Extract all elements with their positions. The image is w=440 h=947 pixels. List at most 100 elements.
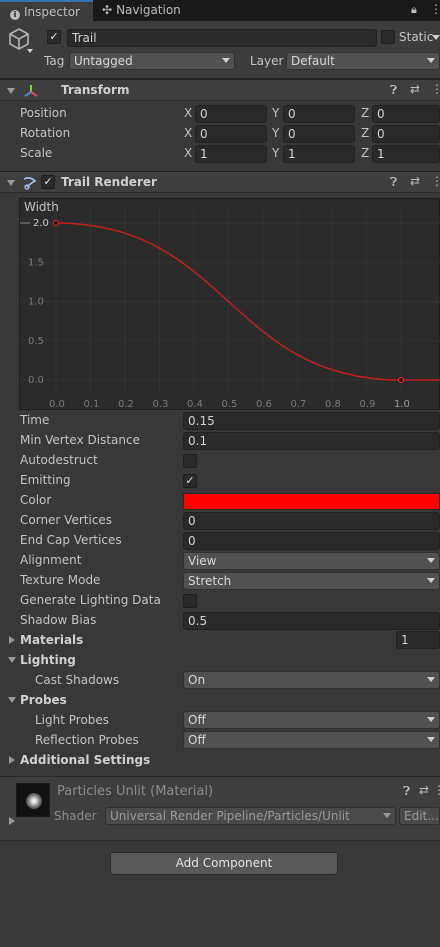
probes-label[interactable]: Probes (20, 693, 67, 707)
additional-settings-foldout-icon[interactable] (9, 756, 15, 764)
tab-navigation-label: Navigation (116, 3, 181, 17)
tab-inspector[interactable]: i Inspector (0, 0, 93, 21)
position-y-field[interactable]: 0 (283, 105, 355, 123)
shader-dropdown[interactable]: Universal Render Pipeline/Particles/Unli… (105, 807, 396, 825)
component-menu-icon[interactable]: ⋮ (433, 783, 440, 797)
component-menu-icon[interactable]: ⋮ (431, 82, 440, 96)
trail-prop-label: Shadow Bias (20, 613, 97, 627)
materials-count-field[interactable]: 1 (396, 631, 440, 649)
gameobject-header: ✓ Trail Static Tag Untagged Layer Defaul… (0, 21, 440, 79)
trail-prop-label: Corner Vertices (20, 513, 113, 527)
width-curve-editor[interactable]: Width 0.0 0.1 0.2 0.3 0.4 0.5 0.6 0.7 0.8 0.9 1.0 1… (19, 198, 440, 410)
lighting-label[interactable]: Lighting (20, 653, 76, 667)
rotation-x-label[interactable]: X (184, 126, 192, 140)
trail-prop-label: Time (20, 413, 50, 427)
probes-foldout-icon[interactable] (8, 697, 16, 703)
curve-y-tick: 0.5 (28, 336, 44, 347)
trail-prop-label: Autodestruct (20, 453, 98, 467)
material-foldout-icon[interactable] (9, 817, 15, 825)
trail-prop-field[interactable]: 0.15 (183, 412, 440, 430)
position-x-field[interactable]: 0 (195, 105, 267, 123)
scale-x-field[interactable]: 1 (195, 145, 267, 163)
active-checkbox[interactable]: ✓ (47, 30, 61, 44)
tag-dropdown[interactable]: Untagged (69, 52, 235, 70)
trail-prop-field[interactable]: 0 (183, 512, 440, 530)
trail-prop-field[interactable]: 0.5 (183, 612, 440, 630)
navigation-icon: ✣ (102, 3, 113, 17)
position-z-field[interactable]: 0 (372, 105, 440, 123)
materials-foldout-icon[interactable] (9, 636, 15, 644)
rotation-x-field[interactable]: 0 (195, 125, 267, 143)
light-probes-dropdown[interactable]: Off (183, 711, 440, 729)
help-icon[interactable]: ❓︎ (390, 175, 397, 190)
trail-renderer-header[interactable]: ✓ Trail Renderer ❓︎ ⇄ ⋮ (0, 171, 440, 193)
presets-icon[interactable]: ⇄ (410, 82, 420, 96)
transform-header[interactable]: Transform ❓︎ ⇄ ⋮ (0, 79, 440, 101)
materials-label[interactable]: Materials (20, 633, 83, 647)
lock-icon[interactable]: 🔒︎ (411, 3, 417, 17)
trail-enabled-checkbox[interactable]: ✓ (41, 175, 55, 189)
scale-y-field[interactable]: 1 (283, 145, 355, 163)
presets-icon[interactable]: ⇄ (419, 783, 429, 797)
position-z-label[interactable]: Z (361, 106, 369, 120)
trail-prop-dropdown[interactable]: View (183, 552, 440, 570)
trail-prop-field[interactable]: 0.1 (183, 432, 440, 450)
chevron-down-icon (222, 58, 230, 63)
trail-prop-field[interactable]: 0 (183, 532, 440, 550)
curve-y-tick: 0.0 (28, 375, 44, 386)
trail-prop-label: Generate Lighting Data (20, 593, 161, 607)
info-icon: i (10, 10, 20, 20)
presets-icon[interactable]: ⇄ (410, 174, 420, 188)
foldout-expanded-icon[interactable] (7, 88, 15, 94)
curve-x-tick: 1.0 (394, 399, 410, 410)
scale-z-label[interactable]: Z (361, 146, 369, 160)
static-checkbox[interactable] (381, 30, 395, 44)
gameobject-cube-icon (9, 28, 29, 50)
component-menu-icon[interactable]: ⋮ (431, 174, 440, 188)
reflection-probes-dropdown[interactable]: Off (183, 731, 440, 749)
cast-shadows-dropdown[interactable]: On (183, 671, 440, 689)
icon-dropdown-arrow[interactable] (27, 49, 33, 53)
trail-prop-label: Alignment (20, 553, 82, 567)
layer-dropdown[interactable]: Default (286, 52, 440, 70)
cast-shadows-value: On (188, 673, 206, 687)
trail-renderer-title: Trail Renderer (61, 175, 157, 189)
rotation-y-field[interactable]: 0 (283, 125, 355, 143)
name-field[interactable]: Trail (67, 29, 377, 47)
trail-prop-checkbox[interactable] (183, 454, 197, 468)
trail-prop-checkbox[interactable]: ✓ (183, 474, 197, 488)
scale-y-label[interactable]: Y (272, 146, 279, 160)
add-component-button[interactable]: Add Component (110, 852, 338, 875)
additional-settings-label[interactable]: Additional Settings (20, 753, 150, 767)
curve-x-tick: 0.6 (256, 399, 272, 410)
position-x-label[interactable]: X (184, 106, 192, 120)
chevron-down-icon (427, 717, 435, 722)
help-icon[interactable]: ❓︎ (390, 83, 397, 98)
width-curve-graph[interactable]: 0.0 0.1 0.2 0.3 0.4 0.5 0.6 0.7 0.8 0.9 1.0 1.5 1.0 0… (20, 199, 440, 411)
scale-z-field[interactable]: 1 (372, 145, 440, 163)
scale-x-label[interactable]: X (184, 146, 192, 160)
color-swatch[interactable] (183, 493, 440, 510)
rotation-z-label[interactable]: Z (361, 126, 369, 140)
static-dropdown-arrow[interactable] (432, 35, 440, 40)
more-menu-icon[interactable]: ⋮ (430, 2, 440, 16)
help-icon[interactable]: ❓︎ (403, 784, 410, 799)
rotation-z-field[interactable]: 0 (372, 125, 440, 143)
material-preview-thumbnail[interactable] (16, 783, 50, 817)
transform-axes-icon (24, 85, 38, 97)
trail-prop-label: Texture Mode (20, 573, 101, 587)
curve-y-tick: 1.5 (28, 257, 44, 268)
rotation-y-label[interactable]: Y (272, 126, 279, 140)
foldout-expanded-icon[interactable] (7, 180, 15, 186)
position-y-label[interactable]: Y (272, 106, 279, 120)
lighting-foldout-icon[interactable] (8, 657, 16, 663)
chevron-down-icon (427, 578, 435, 583)
trail-prop-checkbox[interactable] (183, 594, 197, 608)
curve-key-point (398, 377, 404, 383)
edit-shader-button[interactable]: Edit... (399, 807, 440, 825)
material-section: Particles Unlit (Material) ❓︎ ⇄ ⋮ Shader… (0, 776, 440, 841)
trail-prop-dropdown[interactable]: Stretch (183, 572, 440, 590)
tab-navigation[interactable]: ✣ Navigation (102, 0, 202, 21)
chevron-down-icon (427, 737, 435, 742)
shader-label: Shader (54, 809, 97, 823)
